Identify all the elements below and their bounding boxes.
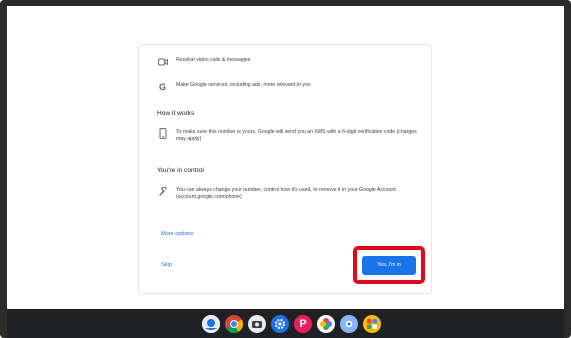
shelf-apps: P [202,314,381,334]
app-grid-icon[interactable] [363,315,381,333]
in-control-text: You can always change your number, contr… [176,187,396,200]
feature-google-services: G Make Google services, including ads, m… [157,82,417,92]
section-title-how-it-works: How it works [157,110,195,117]
photos-icon[interactable] [317,315,335,333]
how-it-works-text: To make sure this number is yours, Googl… [176,129,417,142]
chrome-icon[interactable] [225,315,243,333]
google-g-icon: G [158,81,166,92]
video-icon [157,56,168,67]
launcher-icon[interactable] [202,315,220,333]
yes-im-in-button[interactable]: Yes, I'm in [362,255,416,275]
app-red-icon[interactable]: P [294,315,312,333]
settings-icon[interactable] [271,315,289,333]
in-control-item: You can always change your number, contr… [157,186,417,201]
more-options-link[interactable]: More options [161,231,193,237]
feature-text: Make Google services, including ads, mor… [176,82,311,88]
wrench-icon [157,186,168,197]
skip-link[interactable]: Skip [161,262,172,268]
camera-icon[interactable] [248,315,266,333]
feature-video-calls: Receive video calls & messages [157,57,417,67]
how-it-works-item: To make sure this number is yours, Googl… [157,128,417,143]
app-blue-icon[interactable] [340,315,358,333]
highlight-box: Yes, I'm in [353,246,425,284]
feature-text: Receive video calls & messages [176,57,251,63]
shelf: P [7,309,564,338]
phone-icon [157,128,168,139]
section-title-in-control: You're in control [157,167,204,174]
